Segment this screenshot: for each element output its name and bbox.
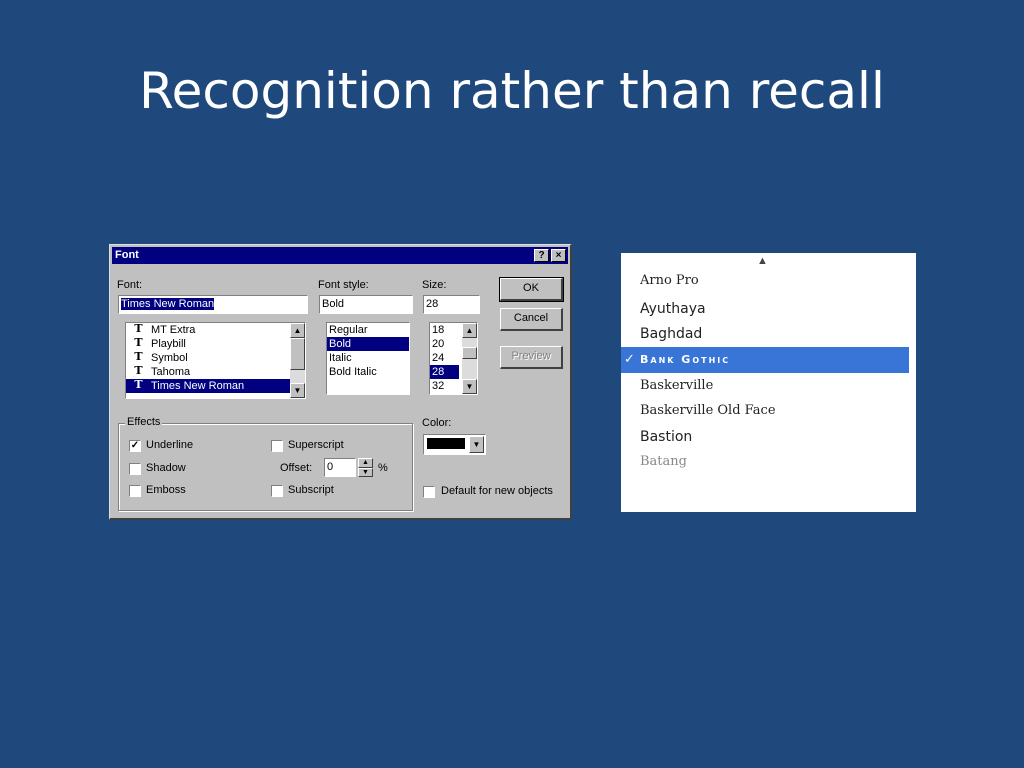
underline-checkbox[interactable]: ✓ xyxy=(129,440,141,452)
font-style-value: Bold xyxy=(322,298,345,310)
truetype-icon: T xyxy=(134,378,143,391)
font-dialog: Font ? × Font: Times New Roman T MT Extra… xyxy=(109,244,572,520)
underline-label: Underline xyxy=(146,439,194,451)
font-menu-item-label: Baskerville xyxy=(640,378,714,393)
superscript-checkbox[interactable] xyxy=(271,440,283,452)
truetype-icon: T xyxy=(134,364,143,377)
checkmark-icon: ✓ xyxy=(130,440,140,451)
font-list-item[interactable]: T Times New Roman xyxy=(126,379,291,393)
font-list-item-label: Times New Roman xyxy=(151,380,245,392)
shadow-checkbox[interactable] xyxy=(129,463,141,475)
close-button[interactable]: × xyxy=(551,249,566,262)
style-list-item[interactable]: Regular xyxy=(327,323,409,337)
truetype-icon: T xyxy=(134,350,143,363)
offset-input[interactable]: 0 xyxy=(324,458,356,477)
font-list-item-label: Symbol xyxy=(151,352,188,364)
font-menu-item[interactable]: Ayuthaya xyxy=(621,296,909,322)
default-checkbox[interactable] xyxy=(423,486,435,498)
size-list[interactable]: 18 20 24 28 32 ▲ ▼ xyxy=(429,322,478,395)
font-list-item-label: MT Extra xyxy=(151,324,196,336)
font-menu-item-label: Bank Gothic xyxy=(640,353,731,366)
scroll-up-arrow-icon[interactable]: ▲ xyxy=(757,255,768,267)
font-menu-item-label: Bastion xyxy=(640,429,693,445)
font-list-item-label: Playbill xyxy=(151,338,186,350)
subscript-label: Subscript xyxy=(288,484,334,496)
font-list-item[interactable]: T Playbill xyxy=(126,337,291,351)
color-swatch xyxy=(427,438,465,449)
offset-value: 0 xyxy=(327,461,334,473)
size-scroll-thumb[interactable] xyxy=(462,347,477,359)
size-list-scrollbar[interactable]: ▲ ▼ xyxy=(462,323,477,394)
font-style-input[interactable]: Bold xyxy=(319,295,413,314)
font-list-item[interactable]: T MT Extra xyxy=(126,323,291,337)
checkmark-icon: ✓ xyxy=(624,352,637,367)
scroll-thumb[interactable] xyxy=(290,338,305,370)
truetype-icon: T xyxy=(134,336,143,349)
subscript-checkbox[interactable] xyxy=(271,485,283,497)
size-list-item[interactable]: 20 xyxy=(430,337,459,351)
truetype-icon: T xyxy=(134,322,143,335)
font-style-list[interactable]: Regular Bold Italic Bold Italic xyxy=(326,322,410,395)
font-list-scrollbar[interactable]: ▲ ▼ xyxy=(290,323,305,398)
scroll-up-arrow-icon[interactable]: ▲ xyxy=(290,323,305,338)
font-list-item-label: Tahoma xyxy=(151,366,191,378)
font-style-label: Font style: xyxy=(318,279,369,291)
size-input[interactable]: 28 xyxy=(423,295,480,314)
style-list-item[interactable]: Bold xyxy=(327,337,409,351)
size-scroll-up-icon[interactable]: ▲ xyxy=(462,323,477,338)
font-menu-item-label: Baghdad xyxy=(640,326,703,342)
font-menu-item[interactable]: Baskerville xyxy=(621,373,909,399)
effects-label: Effects xyxy=(125,416,163,428)
emboss-label: Emboss xyxy=(146,484,186,496)
font-name-value: Times New Roman xyxy=(121,298,215,310)
dialog-titlebar[interactable]: Font ? × xyxy=(112,247,568,264)
offset-spinner[interactable]: ▲ ▼ xyxy=(358,458,373,477)
spin-down-icon[interactable]: ▼ xyxy=(358,468,373,477)
font-list-item[interactable]: T Symbol xyxy=(126,351,291,365)
style-list-item[interactable]: Italic xyxy=(327,351,409,365)
size-label: Size: xyxy=(422,279,447,291)
offset-label: Offset: xyxy=(280,462,313,474)
shadow-label: Shadow xyxy=(146,462,186,474)
size-list-item[interactable]: 18 xyxy=(430,323,459,337)
cancel-button[interactable]: Cancel xyxy=(500,308,563,331)
font-menu-item[interactable]: ✓ Bank Gothic xyxy=(621,347,909,373)
font-name-input[interactable]: Times New Roman xyxy=(118,295,308,314)
font-menu-item[interactable]: Baghdad xyxy=(621,321,909,347)
preview-button[interactable]: Preview xyxy=(500,346,563,369)
font-menu-item-label: Arno Pro xyxy=(640,273,699,288)
default-label: Default for new objects xyxy=(441,485,553,497)
font-menu-item-label: Batang xyxy=(640,454,687,469)
font-menu-item-label: Baskerville Old Face xyxy=(640,403,776,418)
scroll-down-arrow-icon[interactable]: ▼ xyxy=(290,383,305,398)
color-label: Color: xyxy=(422,417,452,429)
slide-title: Recognition rather than recall xyxy=(139,62,885,120)
font-menu-item[interactable]: Bastion xyxy=(621,424,909,450)
dialog-title: Font xyxy=(115,249,139,261)
font-menu-item-label: Ayuthaya xyxy=(640,301,706,317)
size-value: 28 xyxy=(426,298,439,310)
help-button[interactable]: ? xyxy=(534,249,549,262)
mac-font-menu: ▲ Arno Pro Ayuthaya Baghdad ✓ Bank Gothic Bas… xyxy=(621,253,916,512)
font-menu-item[interactable]: Arno Pro xyxy=(621,268,909,294)
font-menu-item[interactable]: Batang xyxy=(621,449,909,475)
style-list-item[interactable]: Bold Italic xyxy=(327,365,409,379)
color-select[interactable]: ▼ xyxy=(423,434,486,455)
size-list-item[interactable]: 32 xyxy=(430,379,459,393)
emboss-checkbox[interactable] xyxy=(129,485,141,497)
size-scroll-down-icon[interactable]: ▼ xyxy=(462,379,477,394)
size-list-item[interactable]: 24 xyxy=(430,351,459,365)
font-label: Font: xyxy=(117,279,143,291)
font-list[interactable]: T MT Extra T Playbill T Symbol T Tahoma T Times N… xyxy=(125,322,306,399)
size-list-item[interactable]: 28 xyxy=(430,365,459,379)
superscript-label: Superscript xyxy=(288,439,344,451)
chevron-down-icon[interactable]: ▼ xyxy=(469,436,484,453)
font-menu-item[interactable]: Baskerville Old Face xyxy=(621,398,909,424)
offset-unit: % xyxy=(378,462,388,474)
font-list-item[interactable]: T Tahoma xyxy=(126,365,291,379)
spin-up-icon[interactable]: ▲ xyxy=(358,458,373,468)
ok-button[interactable]: OK xyxy=(499,277,564,302)
